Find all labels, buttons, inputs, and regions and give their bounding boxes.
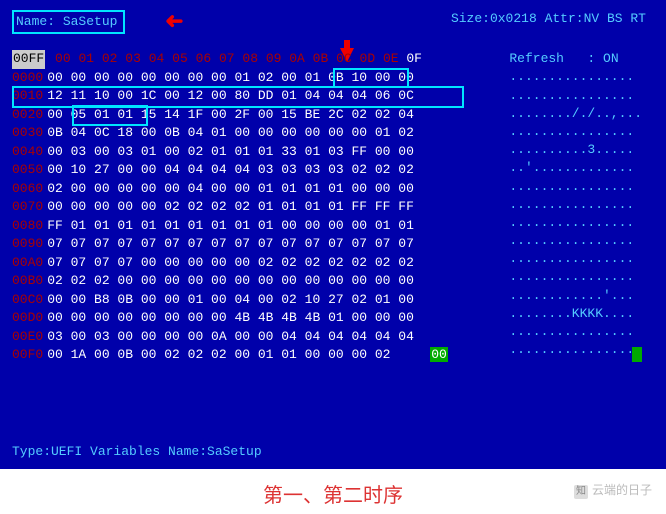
ascii-row: ................ [509, 123, 642, 141]
row-offset: 0000 [12, 69, 43, 87]
row-offset: 00F0 [12, 346, 43, 364]
row-bytes[interactable]: 00 1A 00 0B 00 02 02 02 00 01 01 00 00 0… [47, 346, 421, 364]
ascii-row: ................ [509, 268, 642, 286]
row-offset: 00D0 [12, 309, 43, 327]
row-bytes[interactable]: 02 00 00 00 00 00 04 00 00 01 01 01 01 0… [47, 180, 414, 198]
row-bytes[interactable]: 00 03 00 03 01 00 02 01 01 01 33 01 03 F… [47, 143, 414, 161]
row-offset: 0050 [12, 161, 43, 179]
row-bytes[interactable]: 07 07 07 07 00 00 00 00 00 02 02 02 02 0… [47, 254, 414, 272]
row-bytes[interactable]: 07 07 07 07 07 07 07 07 07 07 07 07 07 0… [47, 235, 414, 253]
header-row: Name: SaSetup Size:0x0218 Attr:NV BS RT [12, 10, 654, 34]
ascii-row: ................ [509, 178, 642, 196]
row-offset: 00E0 [12, 328, 43, 346]
right-column: Refresh : ON ...........................… [509, 50, 642, 359]
ascii-row: ..........3..... [509, 141, 642, 159]
ascii-row: .......././..,... [509, 105, 642, 123]
name-label: Name: [16, 14, 55, 29]
ascii-row: ................ [509, 87, 642, 105]
row-bytes[interactable]: FF 01 01 01 01 01 01 01 01 01 00 00 00 0… [47, 217, 414, 235]
row-offset: 0060 [12, 180, 43, 198]
row-offset: 0040 [12, 143, 43, 161]
hex-dump-area: 00FF 00 01 02 03 04 05 06 07 08 09 0A 0B… [12, 50, 654, 365]
ascii-row: ..'............. [509, 159, 642, 177]
col-headers: 00 01 02 03 04 05 06 07 08 09 0A 0B 0C 0… [47, 50, 422, 68]
refresh-status: Refresh : ON [509, 50, 642, 68]
hex-editor-terminal: ➜ Name: SaSetup Size:0x0218 Attr:NV BS R… [0, 0, 666, 469]
row-bytes[interactable]: 00 10 27 00 00 04 04 04 04 03 03 03 03 0… [47, 161, 414, 179]
watermark: 知云端的日子 [574, 481, 652, 499]
ascii-row: ................ [509, 323, 642, 341]
row-bytes[interactable]: 0B 04 0C 18 00 0B 04 01 00 00 00 00 00 0… [47, 124, 414, 142]
ascii-row: ................ [509, 196, 642, 214]
row-offset: 00C0 [12, 291, 43, 309]
row-offset: 00A0 [12, 254, 43, 272]
variable-name-box: Name: SaSetup [12, 10, 125, 34]
ascii-row: ................ [509, 68, 642, 86]
row-offset: 00B0 [12, 272, 43, 290]
row-bytes[interactable]: 00 00 00 00 00 02 02 02 02 01 01 01 01 F… [47, 198, 414, 216]
ascii-row: ................ [509, 250, 642, 268]
name-value: SaSetup [63, 14, 118, 29]
ascii-row: ........KKKK.... [509, 305, 642, 323]
ascii-row: ................ [509, 214, 642, 232]
row-offset: 0090 [12, 235, 43, 253]
offset-corner: 00FF [12, 50, 45, 68]
row-bytes[interactable]: 00 00 00 00 00 00 00 00 01 02 00 01 0B 1… [47, 69, 414, 87]
row-bytes[interactable]: 00 05 01 01 15 14 1F 00 2F 00 15 BE 2C 0… [47, 106, 414, 124]
row-bytes[interactable]: 02 02 02 00 00 00 00 00 00 00 00 00 00 0… [47, 272, 414, 290]
size-attr-text: Size:0x0218 Attr:NV BS RT [451, 10, 654, 34]
row-offset: 0030 [12, 124, 43, 142]
row-offset: 0070 [12, 198, 43, 216]
ascii-row: ................ [509, 232, 642, 250]
ascii-row: ................ [509, 341, 642, 359]
row-bytes[interactable]: 03 00 03 00 00 00 00 0A 00 00 04 04 04 0… [47, 328, 414, 346]
row-bytes[interactable]: 00 00 B8 0B 00 00 01 00 04 00 02 10 27 0… [47, 291, 414, 309]
row-bytes[interactable]: 12 11 10 00 1C 00 12 00 80 DD 01 04 04 0… [47, 87, 414, 105]
row-bytes[interactable]: 00 00 00 00 00 00 00 00 4B 4B 4B 4B 01 0… [47, 309, 414, 327]
row-offset: 0080 [12, 217, 43, 235]
cursor-byte[interactable]: 00 [430, 347, 448, 362]
footer-type-text: Type:UEFI Variables Name:SaSetup [12, 443, 262, 461]
row-offset: 0010 [12, 87, 43, 105]
zhihu-icon: 知 [574, 485, 588, 499]
image-caption: 第一、第二时序 知云端的日子 [0, 469, 666, 514]
ascii-row: ............'... [509, 287, 642, 305]
row-offset: 0020 [12, 106, 43, 124]
